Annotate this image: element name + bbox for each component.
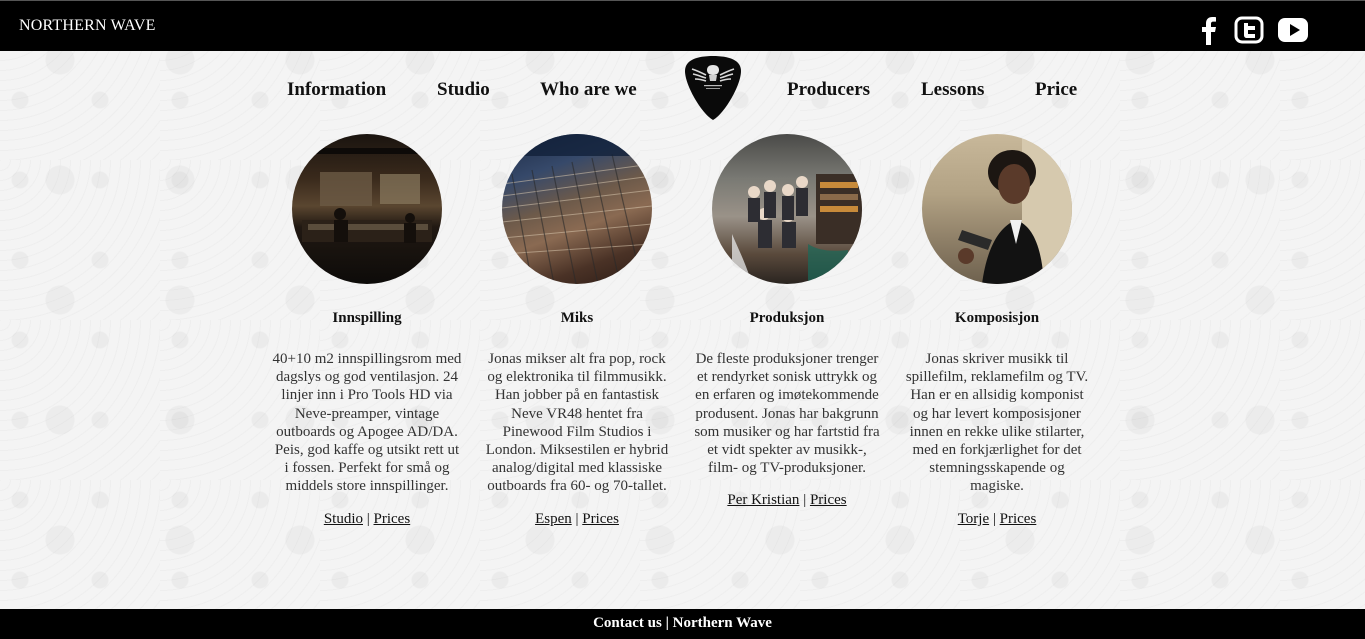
service-links: Espen | Prices (477, 511, 677, 528)
per-kristian-link[interactable]: Per Kristian (727, 492, 799, 508)
espen-link[interactable]: Espen (535, 511, 572, 527)
service-card-innspilling: Innspilling 40+10 m2 innspillingsrom med… (267, 134, 467, 528)
link-separator: | (803, 492, 807, 509)
service-title: Produksjon (749, 310, 825, 326)
service-card-miks: Miks Jonas mikser alt fra pop, rock og e… (477, 134, 677, 528)
service-description: Jonas mikser alt fra pop, rock og elektr… (485, 351, 669, 495)
twitter-icon[interactable] (1234, 15, 1264, 45)
service-title: Komposisjon (954, 310, 1040, 326)
facebook-icon[interactable] (1194, 15, 1224, 45)
top-bar: NORTHERN WAVE (0, 0, 1365, 51)
nav-information[interactable]: Information (287, 79, 386, 101)
nav-who-are-we[interactable]: Who are we (540, 79, 637, 101)
nav-studio[interactable]: Studio (437, 79, 490, 101)
service-card-komposisjon: Komposisjon Jonas skriver musikk til spi… (897, 134, 1097, 528)
service-title: Innspilling (332, 310, 402, 326)
prices-link[interactable]: Prices (582, 511, 619, 527)
prices-link[interactable]: Prices (810, 492, 847, 508)
prices-link[interactable]: Prices (1000, 511, 1037, 527)
service-card-produksjon: Produksjon De fleste produksjoner trenge… (687, 134, 887, 509)
torje-link[interactable]: Torje (958, 511, 989, 527)
mixing-console-photo (502, 134, 652, 284)
contact-us-link[interactable]: Contact us (593, 615, 662, 631)
service-description: Jonas skriver musikk til spillefilm, rek… (905, 351, 1089, 495)
service-title: Miks (560, 310, 594, 326)
footer-bar: Contact us | Northern Wave (0, 609, 1365, 639)
band-photo (712, 134, 862, 284)
service-links: Torje | Prices (897, 511, 1097, 528)
link-separator: | (575, 510, 579, 527)
nav-producers[interactable]: Producers (787, 79, 870, 101)
composer-photo (922, 134, 1072, 284)
service-description: De fleste produksjoner trenger et rendyr… (694, 351, 880, 477)
brand-name[interactable]: NORTHERN WAVE (19, 17, 156, 35)
link-separator: | (992, 510, 996, 527)
nav-lessons[interactable]: Lessons (921, 79, 984, 101)
service-links: Studio | Prices (267, 511, 467, 528)
guitar-pick-logo[interactable] (684, 55, 742, 121)
recording-studio-photo (292, 134, 442, 284)
service-links: Per Kristian | Prices (687, 492, 887, 509)
footer-brand[interactable]: Northern Wave (673, 615, 772, 631)
footer-separator: | (665, 615, 669, 631)
prices-link[interactable]: Prices (374, 511, 411, 527)
link-separator: | (366, 510, 370, 527)
studio-link[interactable]: Studio (324, 511, 363, 527)
service-description: 40+10 m2 innspillingsrom med dagslys og … (272, 351, 462, 495)
youtube-icon[interactable] (1277, 15, 1309, 45)
nav-price[interactable]: Price (1035, 79, 1077, 101)
